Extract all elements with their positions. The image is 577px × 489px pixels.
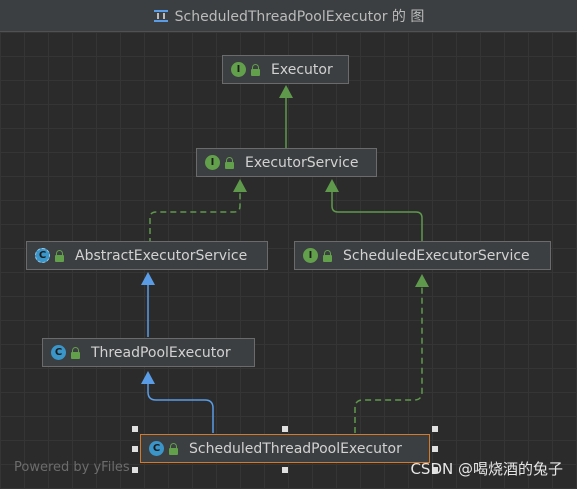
- interface-icon: I: [205, 155, 220, 170]
- lock-icon: [322, 249, 333, 262]
- node-label: Executor: [271, 61, 333, 78]
- arrowhead-executor: [279, 85, 293, 98]
- lock-icon: [168, 442, 179, 455]
- node-executor[interactable]: I Executor: [222, 55, 349, 84]
- lock-icon: [54, 249, 65, 262]
- node-label: ExecutorService: [245, 154, 359, 171]
- window-title-bar: ScheduledThreadPoolExecutor 的 图: [0, 0, 577, 32]
- csdn-watermark: CSDN @喝烧酒的兔子: [410, 460, 563, 478]
- resize-handle-top-middle[interactable]: [282, 426, 288, 432]
- class-icon: C: [51, 345, 66, 360]
- lock-icon: [250, 63, 261, 76]
- edge-stpe-scheduled: [354, 287, 423, 433]
- resize-handle-middle-right[interactable]: [432, 446, 438, 452]
- arrowhead-executorservice-left: [233, 179, 247, 192]
- powered-by-label: Powered by yFiles: [14, 460, 130, 475]
- node-abstract-executor-service[interactable]: C AbstractExecutorService: [26, 241, 268, 270]
- node-executor-service[interactable]: I ExecutorService: [196, 148, 377, 177]
- window-title: ScheduledThreadPoolExecutor 的 图: [174, 8, 425, 25]
- arrowhead-threadpool: [141, 371, 155, 384]
- resize-handle-top-right[interactable]: [432, 426, 438, 432]
- node-label: AbstractExecutorService: [75, 247, 248, 264]
- lock-icon: [70, 346, 81, 359]
- interface-icon: I: [303, 248, 318, 263]
- resize-handle-bottom-middle[interactable]: [282, 467, 288, 473]
- node-scheduled-executor-service[interactable]: I ScheduledExecutorService: [294, 241, 551, 270]
- class-icon: C: [149, 441, 164, 456]
- interface-icon: I: [231, 62, 246, 77]
- node-thread-pool-executor[interactable]: C ThreadPoolExecutor: [42, 338, 255, 367]
- diagram-canvas[interactable]: I Executor I ExecutorService C AbstractE…: [0, 32, 577, 489]
- edge-stpe-threadpool: [147, 384, 214, 433]
- node-label: ScheduledThreadPoolExecutor: [189, 440, 402, 457]
- abstract-class-icon: C: [35, 248, 50, 263]
- resize-handle-top-left[interactable]: [132, 426, 138, 432]
- edge-abstract-executorservice: [149, 192, 241, 244]
- node-label: ThreadPoolExecutor: [91, 344, 231, 361]
- arrowhead-abstract: [141, 272, 155, 285]
- edge-scheduled-executorservice: [331, 192, 423, 244]
- lock-icon: [224, 156, 235, 169]
- arrowhead-executorservice-right: [325, 179, 339, 192]
- node-scheduled-thread-pool-executor[interactable]: C ScheduledThreadPoolExecutor: [140, 434, 430, 463]
- resize-handle-bottom-left[interactable]: [132, 467, 138, 473]
- resize-handle-middle-left[interactable]: [132, 446, 138, 452]
- node-label: ScheduledExecutorService: [343, 247, 530, 264]
- arrowhead-scheduledexecutorservice: [415, 274, 429, 287]
- diagram-icon: [153, 9, 168, 22]
